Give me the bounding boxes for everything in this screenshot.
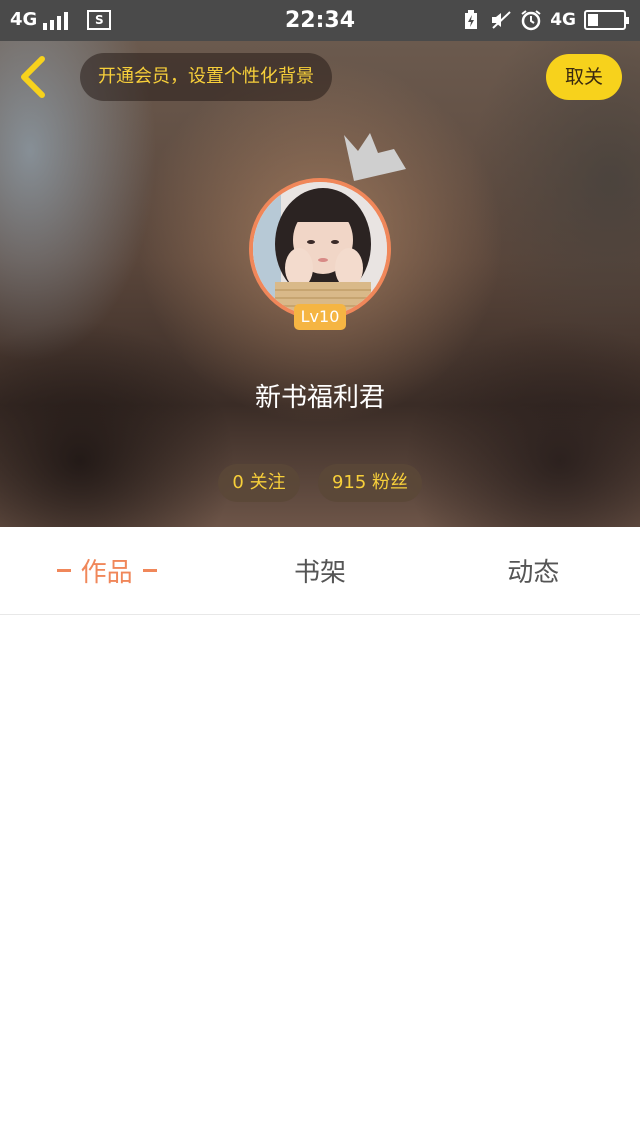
profile-tabs: 作品 书架 动态 <box>0 527 640 615</box>
chevron-left-icon <box>21 56 45 98</box>
avatar-image <box>253 182 387 316</box>
following-count[interactable]: 0 关注 <box>218 464 300 502</box>
back-button[interactable] <box>14 55 54 99</box>
network-type-secondary: 4G <box>550 10 576 30</box>
tab-label: 动态 <box>507 558 560 588</box>
mute-icon <box>490 9 512 31</box>
active-indicator-right <box>142 569 157 572</box>
level-badge: Lv10 <box>294 304 346 330</box>
username: 新书福利君 <box>254 383 385 413</box>
status-bar: 4G S 22:34 4G <box>0 0 640 41</box>
tab-works[interactable]: 作品 <box>0 527 213 614</box>
battery-icon <box>584 10 629 30</box>
tab-label: 书架 <box>293 558 346 588</box>
unfollow-button[interactable]: 取关 <box>546 54 622 100</box>
avatar[interactable] <box>249 178 391 320</box>
battery-fill <box>588 14 598 26</box>
vip-banner[interactable]: 开通会员，设置个性化背景 <box>80 53 332 101</box>
crown-icon <box>344 133 406 181</box>
charging-icon <box>460 9 482 31</box>
tab-content <box>0 616 640 1138</box>
active-indicator-left <box>56 569 71 572</box>
tab-label: 作品 <box>80 558 133 588</box>
tab-bookshelf[interactable]: 书架 <box>213 527 426 614</box>
alarm-icon <box>520 9 542 31</box>
status-right: 4G <box>452 9 629 31</box>
profile-header: 开通会员，设置个性化背景 取关 Lv10 新书福利君 0 关注 915 粉丝 <box>0 41 640 527</box>
tab-activity[interactable]: 动态 <box>427 527 640 614</box>
fans-count[interactable]: 915 粉丝 <box>318 464 422 502</box>
